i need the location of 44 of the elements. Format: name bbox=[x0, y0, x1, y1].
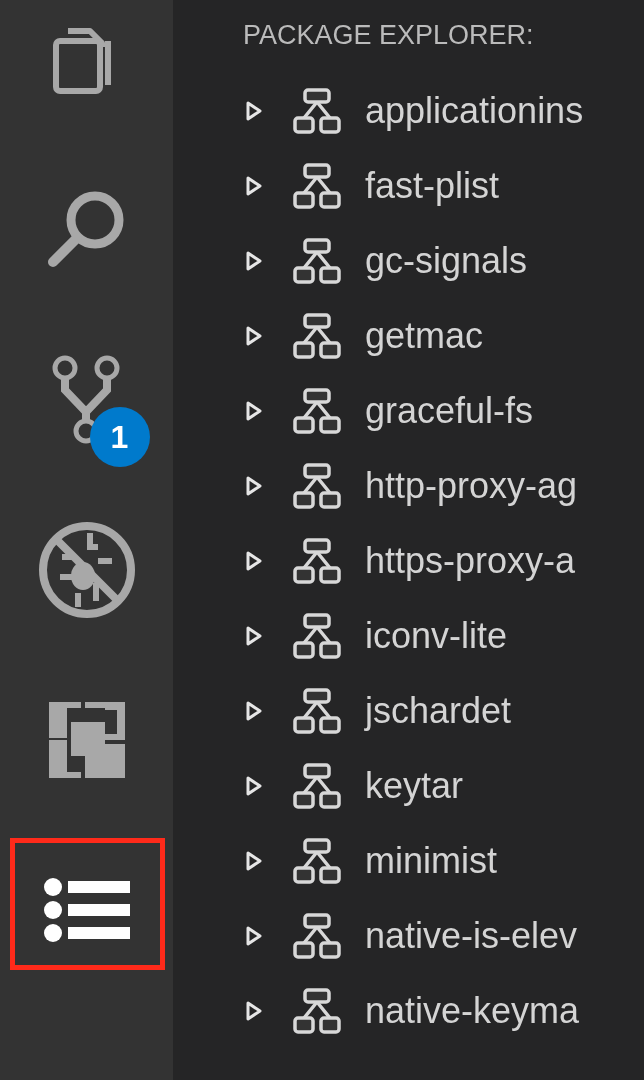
expand-arrow-icon[interactable] bbox=[245, 999, 263, 1022]
expand-arrow-icon[interactable] bbox=[245, 99, 263, 122]
expand-arrow-icon[interactable] bbox=[245, 174, 263, 197]
package-name[interactable]: https-proxy-a bbox=[365, 539, 576, 582]
panel-title: PACKAGE EXPLORER: bbox=[243, 19, 535, 52]
expand-arrow-icon[interactable] bbox=[245, 849, 263, 872]
package-icon bbox=[293, 312, 341, 359]
expand-arrow-icon[interactable] bbox=[245, 624, 263, 647]
package-icon bbox=[293, 837, 341, 884]
package-icon bbox=[293, 687, 341, 734]
package-name[interactable]: native-is-elev bbox=[365, 914, 578, 957]
expand-arrow-icon[interactable] bbox=[245, 924, 263, 947]
notification-badge: 1 bbox=[89, 407, 150, 467]
package-icon bbox=[293, 537, 341, 584]
package-name[interactable]: gc-signals bbox=[365, 239, 528, 282]
package-name[interactable]: fast-plist bbox=[365, 164, 500, 207]
package-icon bbox=[293, 462, 341, 509]
expand-arrow-icon[interactable] bbox=[245, 474, 263, 497]
expand-arrow-icon[interactable] bbox=[245, 699, 263, 722]
no-bug-icon[interactable] bbox=[37, 521, 136, 619]
package-name[interactable]: jschardet bbox=[365, 689, 512, 732]
package-icon bbox=[293, 912, 341, 959]
package-name[interactable]: native-keyma bbox=[365, 989, 580, 1032]
package-icon bbox=[293, 162, 341, 209]
package-icon bbox=[293, 987, 341, 1034]
package-name[interactable]: http-proxy-ag bbox=[365, 464, 578, 507]
package-name[interactable]: iconv-lite bbox=[365, 614, 508, 657]
list-icon[interactable] bbox=[43, 877, 130, 943]
package-name[interactable]: graceful-fs bbox=[365, 389, 534, 432]
package-name[interactable]: keytar bbox=[365, 764, 464, 807]
package-icon bbox=[293, 387, 341, 434]
package-name[interactable]: applicationins bbox=[365, 89, 584, 132]
expand-arrow-icon[interactable] bbox=[245, 549, 263, 572]
package-icon bbox=[293, 237, 341, 284]
expand-arrow-icon[interactable] bbox=[245, 249, 263, 272]
expand-arrow-icon[interactable] bbox=[245, 774, 263, 797]
package-name[interactable]: minimist bbox=[365, 839, 497, 882]
package-icon bbox=[293, 612, 341, 659]
package-icon bbox=[293, 87, 341, 134]
expand-arrow-icon[interactable] bbox=[245, 324, 263, 347]
package-name[interactable]: getmac bbox=[365, 314, 484, 357]
extensions-icon[interactable] bbox=[48, 702, 125, 778]
package-icon bbox=[293, 762, 341, 809]
expand-arrow-icon[interactable] bbox=[245, 399, 263, 422]
